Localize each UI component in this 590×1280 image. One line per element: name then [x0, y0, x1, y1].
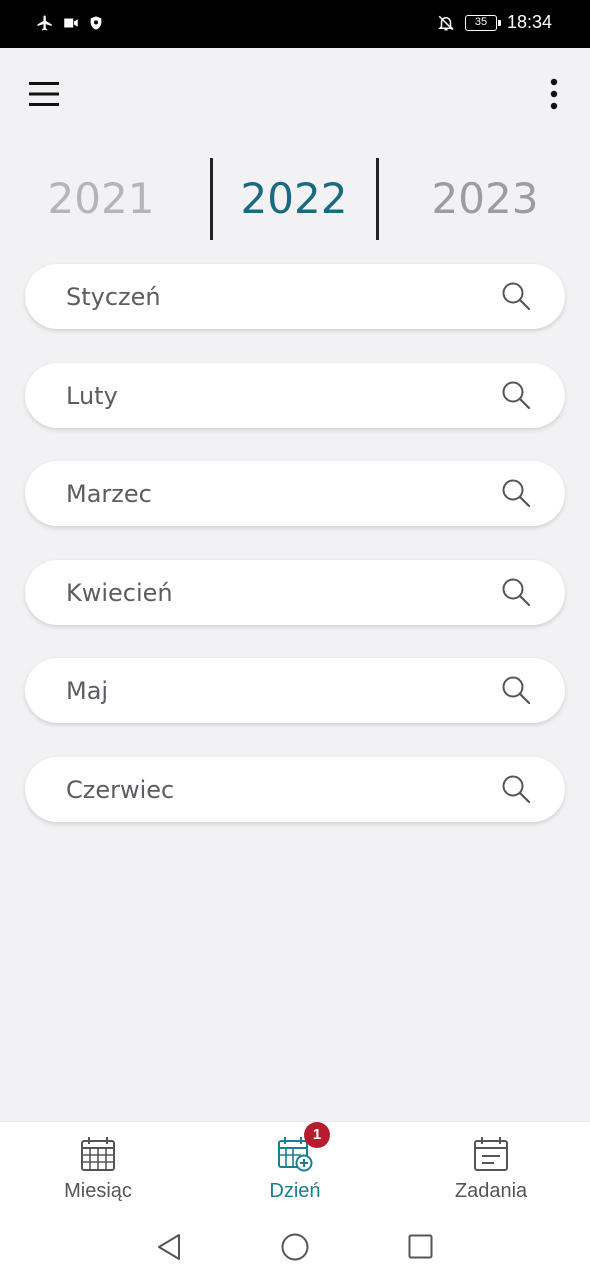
- month-card-czerwiec[interactable]: Czerwiec: [25, 756, 565, 822]
- tasks-calendar-icon: [474, 1137, 508, 1171]
- bottom-navigation: Miesiąc 1 Dzień Zadania: [0, 1121, 590, 1215]
- nav-tab-day[interactable]: 1 Dzień: [197, 1122, 393, 1216]
- status-bar: 35 18:34: [0, 0, 590, 48]
- app-bar: [0, 48, 590, 144]
- nav-label-month: Miesiąc: [64, 1180, 132, 1202]
- year-current[interactable]: 2022: [199, 174, 389, 223]
- month-label: Kwiecień: [66, 578, 173, 607]
- year-divider-right: [376, 158, 379, 240]
- nav-label-day: Dzień: [269, 1180, 321, 1202]
- month-card-luty[interactable]: Luty: [25, 362, 565, 428]
- system-navigation-bar: [0, 1215, 590, 1280]
- month-list: Styczeń Luty Marzec Kwiecień Maj Czerwie…: [25, 264, 565, 855]
- battery-icon: 35: [464, 14, 501, 31]
- airplane-icon: [37, 15, 52, 31]
- nav-tab-tasks[interactable]: Zadania: [393, 1122, 589, 1216]
- back-icon[interactable]: [156, 1233, 182, 1261]
- month-card-styczen[interactable]: Styczeń: [25, 264, 565, 329]
- search-icon[interactable]: [501, 281, 531, 311]
- month-card-kwiecien[interactable]: Kwiecień: [25, 559, 565, 625]
- year-next[interactable]: 2023: [390, 174, 580, 223]
- notifications-off-icon: [438, 15, 454, 30]
- month-card-maj[interactable]: Maj: [25, 658, 565, 723]
- nav-label-tasks: Zadania: [454, 1180, 528, 1202]
- month-label: Marzec: [66, 480, 152, 508]
- menu-icon[interactable]: [28, 78, 60, 110]
- status-left-icons: [36, 14, 104, 32]
- month-label: Styczeń: [66, 283, 161, 311]
- more-vertical-icon[interactable]: [546, 78, 562, 110]
- month-label: Czerwiec: [66, 775, 175, 804]
- year-previous[interactable]: 2021: [6, 174, 196, 223]
- status-time: 18:34: [506, 12, 552, 32]
- notification-badge: 1: [304, 1122, 330, 1148]
- search-icon[interactable]: [501, 675, 531, 705]
- month-label: Maj: [66, 677, 109, 705]
- search-icon[interactable]: [501, 380, 531, 410]
- calendar-grid-icon: [81, 1137, 115, 1171]
- month-label: Luty: [66, 381, 118, 410]
- status-right-icons: 35 18:34: [437, 12, 552, 33]
- video-camera-icon: [64, 18, 78, 28]
- shield-icon: [90, 16, 102, 30]
- home-icon[interactable]: [281, 1233, 309, 1261]
- month-card-marzec[interactable]: Marzec: [25, 461, 565, 526]
- recent-apps-icon[interactable]: [408, 1234, 433, 1259]
- search-icon[interactable]: [501, 478, 531, 508]
- search-icon[interactable]: [501, 577, 531, 607]
- search-icon[interactable]: [501, 774, 531, 804]
- year-selector: 2021 2022 2023: [0, 150, 590, 246]
- nav-tab-month[interactable]: Miesiąc: [0, 1122, 196, 1216]
